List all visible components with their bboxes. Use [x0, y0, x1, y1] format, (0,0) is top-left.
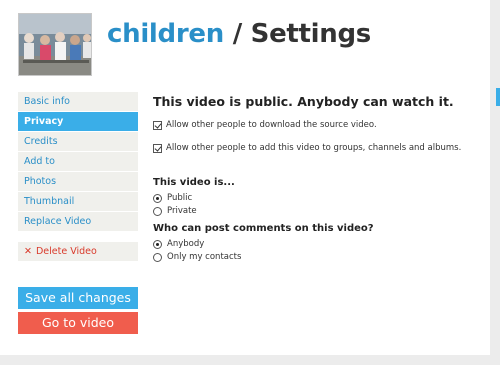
sidebar-item-privacy[interactable]: Privacy	[18, 112, 138, 131]
download-option-row[interactable]: Allow other people to download the sourc…	[153, 120, 493, 130]
comments-anybody-row[interactable]: Anybody	[153, 239, 493, 249]
video-thumbnail[interactable]	[18, 13, 92, 76]
visibility-public-row[interactable]: Public	[153, 193, 493, 203]
only-my-contacts-radio[interactable]	[153, 253, 162, 262]
title-separator: /	[223, 19, 251, 49]
sidebar-item-add-to[interactable]: Add to	[18, 152, 138, 171]
anybody-label: Anybody	[167, 239, 205, 249]
delete-video-label: Delete Video	[35, 246, 97, 257]
sidebar-item-basic-info[interactable]: Basic info	[18, 92, 138, 111]
private-radio[interactable]	[153, 207, 162, 216]
sidebar-item-replace-video[interactable]: Replace Video	[18, 212, 138, 231]
settings-sidebar: Basic info Privacy Credits Add to Photos…	[18, 92, 138, 261]
comments-section-title: Who can post comments on this video?	[153, 223, 374, 234]
anybody-radio[interactable]	[153, 240, 162, 249]
visibility-private-row[interactable]: Private	[153, 206, 493, 216]
delete-video-button[interactable]: ✕ Delete Video	[18, 242, 138, 261]
page-title: children / Settings	[107, 17, 371, 51]
only-my-contacts-label: Only my contacts	[167, 252, 242, 262]
channel-title-link[interactable]: children	[107, 19, 224, 49]
private-label: Private	[167, 206, 197, 216]
public-radio[interactable]	[153, 194, 162, 203]
sidebar-item-thumbnail[interactable]: Thumbnail	[18, 192, 138, 211]
download-checkbox[interactable]	[153, 121, 162, 130]
add-to-groups-option-label: Allow other people to add this video to …	[166, 143, 462, 153]
accent-edge-marker	[496, 88, 500, 106]
privacy-panel: This video is public. Anybody can watch …	[153, 93, 493, 262]
add-to-groups-checkbox[interactable]	[153, 144, 162, 153]
go-to-video-button[interactable]: Go to video	[18, 312, 138, 334]
sidebar-item-credits[interactable]: Credits	[18, 132, 138, 151]
settings-title: Settings	[250, 19, 372, 49]
visibility-section-title: This video is...	[153, 177, 235, 188]
comments-contacts-row[interactable]: Only my contacts	[153, 252, 493, 262]
page-bottom-border	[0, 355, 500, 365]
add-to-groups-option-row[interactable]: Allow other people to add this video to …	[153, 143, 493, 153]
public-label: Public	[167, 193, 193, 203]
privacy-headline: This video is public. Anybody can watch …	[153, 94, 454, 109]
save-all-changes-button[interactable]: Save all changes	[18, 287, 138, 309]
download-option-label: Allow other people to download the sourc…	[166, 120, 377, 130]
sidebar-item-photos[interactable]: Photos	[18, 172, 138, 191]
delete-x-icon: ✕	[24, 246, 32, 257]
